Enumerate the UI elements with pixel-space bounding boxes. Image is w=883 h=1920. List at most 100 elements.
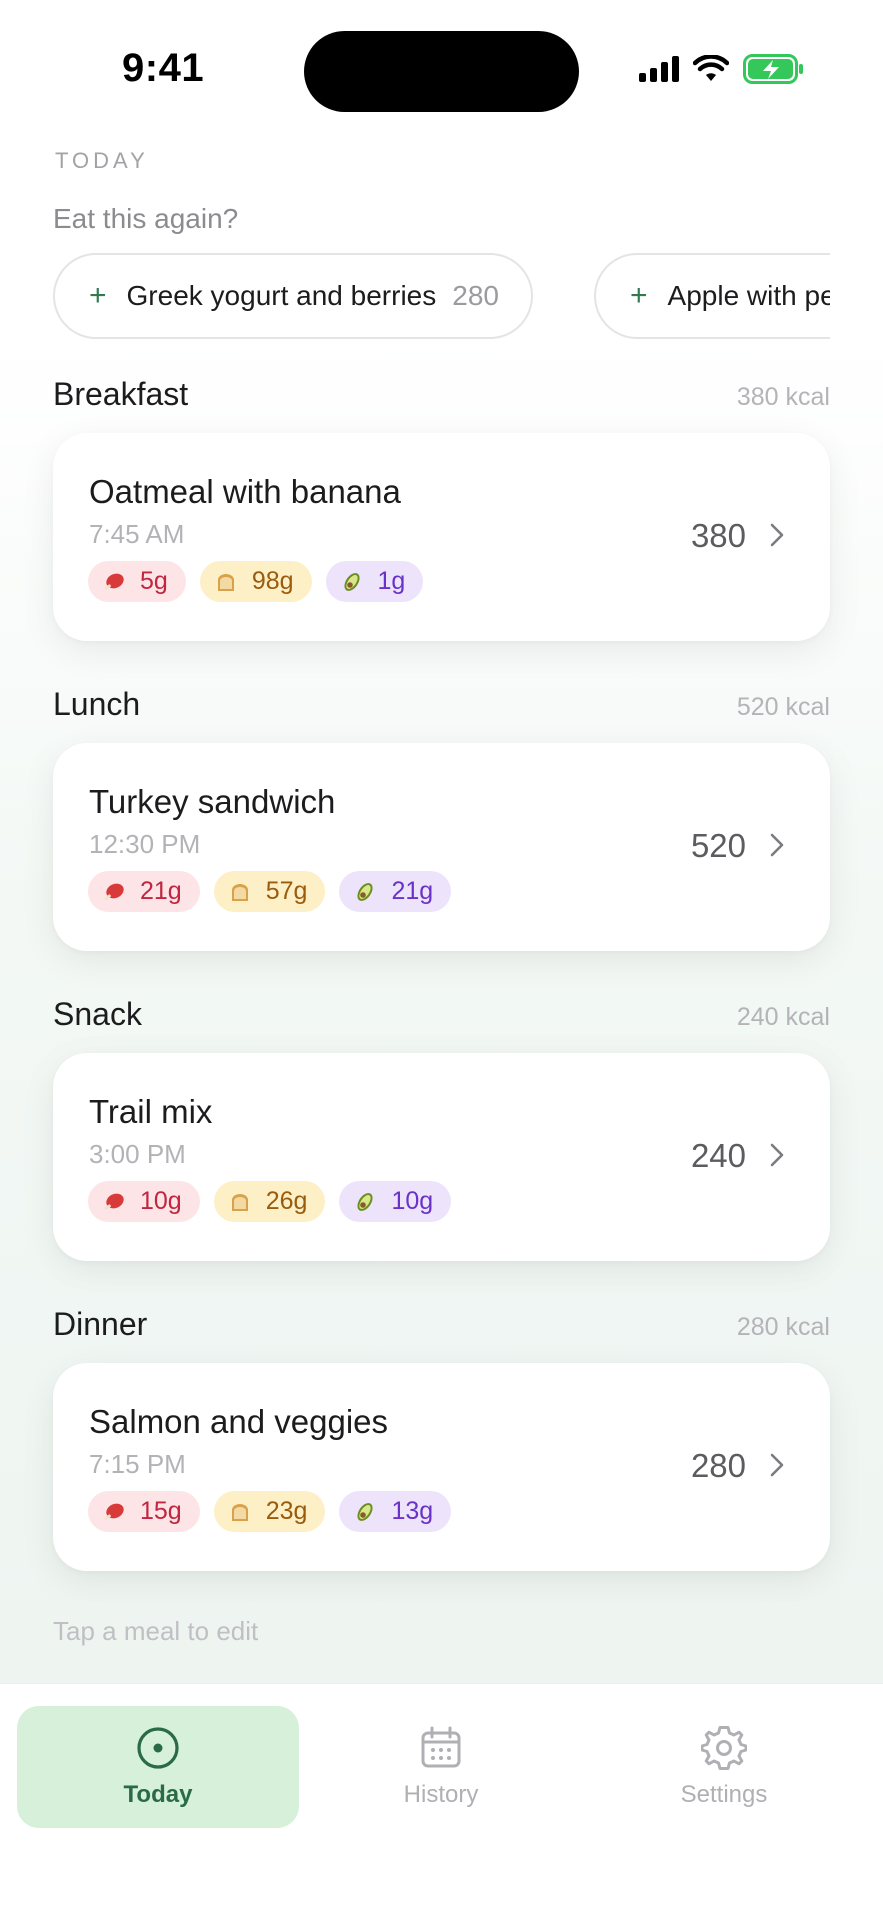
quick-add-name: Apple with peanut butter [667,280,830,311]
macro-pills: 5g 98g 1g [88,561,424,602]
quick-add-carousel[interactable]: + Greek yogurt and berries 280 + Apple w… [53,253,830,341]
meal-title: Snack [53,996,142,1032]
bread-icon [231,1193,248,1211]
protein-pill: 5g [88,561,186,602]
meal-section-header: Snack 240 kcal [53,996,830,1033]
avocado-icon [357,1502,373,1521]
meal-card[interactable]: Trail mix 3:00 PM 10g 26g 10g 240 [53,1053,830,1261]
edit-hint: Tap a meal to edit [53,1616,259,1646]
quick-add-name: Greek yogurt and berries [126,280,437,311]
meal-card[interactable]: Salmon and veggies 7:15 PM 15g 23g 13g 2… [53,1363,830,1571]
fat-pill: 21g [339,871,452,912]
fat-value: 1g [377,567,406,595]
plus-icon: + [89,279,107,312]
carbs-pill: 26g [213,1181,326,1222]
fat-pill: 1g [325,561,424,602]
protein-pill: 21g [88,871,200,912]
meal-kcal: 520 [690,827,746,864]
carbs-value: 23g [265,1497,308,1525]
avocado-icon [343,572,360,591]
meal-title: Dinner [53,1306,148,1342]
cellular-signal-icon [639,56,679,82]
meal-section-header: Lunch 520 kcal [53,686,830,723]
meal-title: Breakfast [53,376,189,412]
section-label: TODAY [55,148,149,173]
tab-bar: Today History Settings [0,1683,883,1920]
meal-total-kcal: 380 kcal [736,383,830,411]
meal-total-kcal: 240 kcal [736,1003,830,1031]
meal-item-name: Oatmeal with banana [89,473,401,510]
meal-time: 12:30 PM [89,829,201,859]
meal-total-kcal: 280 kcal [736,1313,830,1341]
meal-total-kcal: 520 kcal [736,693,830,721]
macro-pills: 10g 26g 10g [88,1181,452,1222]
plus-icon: + [630,279,648,312]
protein-value: 15g [140,1497,182,1525]
meat-icon [104,883,124,900]
avocado-icon [357,882,373,901]
protein-value: 10g [140,1187,182,1215]
quick-add-kcal: 280 [452,280,499,311]
carbs-pill: 57g [213,871,326,912]
meal-section-header: Breakfast 380 kcal [53,376,830,413]
carbs-pill: 23g [213,1491,326,1532]
meal-title: Lunch [53,686,141,722]
gear-icon [701,1726,747,1770]
fat-pill: 13g [339,1491,452,1532]
battery-charging-icon [743,54,803,84]
bread-icon [231,1503,248,1521]
protein-pill: 10g [88,1181,200,1222]
chevron-right-icon [770,833,784,857]
meat-icon [104,573,124,590]
meal-time: 7:45 AM [89,519,185,549]
meal-section-header: Dinner 280 kcal [53,1306,830,1343]
bread-icon [231,883,248,901]
meat-icon [104,1503,124,1520]
carbs-value: 57g [265,877,308,905]
meal-time: 3:00 PM [89,1139,186,1169]
meal-card[interactable]: Turkey sandwich 12:30 PM 21g 57g 21g 520 [53,743,830,951]
tab-label: History [403,1781,479,1808]
eat-again-prompt: Eat this again? [53,203,239,234]
dynamic-island [304,31,579,112]
chevron-right-icon [770,523,784,547]
tab-today[interactable]: Today [17,1706,299,1828]
tab-history[interactable]: History [300,1706,582,1828]
carbs-value: 26g [265,1187,308,1215]
status-icons [639,54,805,84]
fat-value: 21g [391,877,434,905]
carbs-pill: 98g [199,561,312,602]
meal-card[interactable]: Oatmeal with banana 7:45 AM 5g 98g 1g 38… [53,433,830,641]
meal-item-name: Turkey sandwich [89,783,336,820]
protein-value: 21g [140,877,182,905]
meat-icon [104,1193,124,1210]
quick-add-chip[interactable]: + Greek yogurt and berries 280 [53,253,533,339]
fat-value: 13g [391,1497,434,1525]
meal-item-name: Salmon and veggies [89,1403,389,1440]
chevron-right-icon [770,1143,784,1167]
wifi-icon [693,55,729,81]
meal-kcal: 380 [690,517,746,554]
tab-settings[interactable]: Settings [583,1706,865,1828]
quick-add-chip[interactable]: + Apple with peanut butter [594,253,830,339]
macro-pills: 21g 57g 21g [88,871,452,912]
meal-item-name: Trail mix [89,1093,213,1130]
meal-kcal: 240 [690,1137,746,1174]
target-icon [137,1727,179,1769]
calendar-icon [421,1726,461,1768]
bread-icon [217,573,234,591]
status-bar: 9:41 [0,0,883,140]
tab-label: Today [123,1781,193,1808]
protein-value: 5g [140,567,168,595]
avocado-icon [357,1192,373,1211]
meal-kcal: 280 [690,1447,746,1484]
status-time: 9:41 [122,46,205,90]
protein-pill: 15g [88,1491,200,1532]
chevron-right-icon [770,1453,784,1477]
macro-pills: 15g 23g 13g [88,1491,452,1532]
fat-pill: 10g [339,1181,452,1222]
tab-label: Settings [680,1781,768,1808]
fat-value: 10g [391,1187,434,1215]
meal-time: 7:15 PM [89,1449,186,1479]
carbs-value: 98g [251,567,294,595]
